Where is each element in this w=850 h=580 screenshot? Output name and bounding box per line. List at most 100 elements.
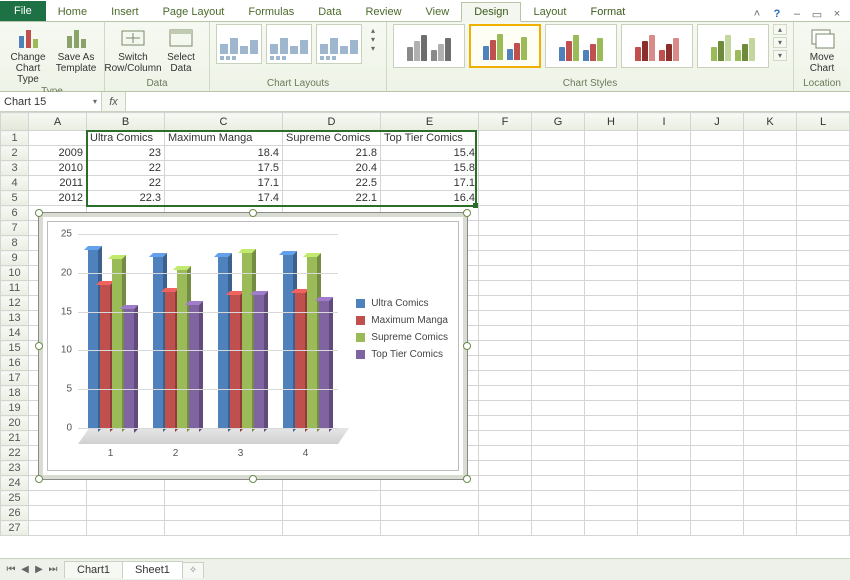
cell[interactable] xyxy=(691,221,744,236)
tab-file[interactable]: File xyxy=(0,1,46,21)
cell[interactable] xyxy=(691,386,744,401)
cell[interactable] xyxy=(532,506,585,521)
cell[interactable] xyxy=(744,506,797,521)
cell[interactable] xyxy=(638,281,691,296)
cell[interactable] xyxy=(797,386,850,401)
cell[interactable] xyxy=(479,281,532,296)
cell[interactable] xyxy=(744,371,797,386)
cell[interactable] xyxy=(381,491,479,506)
cell[interactable] xyxy=(479,326,532,341)
cell[interactable] xyxy=(691,296,744,311)
row-header[interactable]: 26 xyxy=(1,506,29,521)
chart-bar[interactable] xyxy=(124,309,134,429)
cell[interactable]: Top Tier Comics xyxy=(381,131,479,146)
column-header[interactable]: J xyxy=(691,113,744,131)
cell[interactable] xyxy=(638,236,691,251)
name-box-dropdown-icon[interactable]: ▾ xyxy=(93,97,97,106)
cell[interactable] xyxy=(87,491,165,506)
cell[interactable]: Supreme Comics xyxy=(283,131,381,146)
cell[interactable]: 21.8 xyxy=(283,146,381,161)
chart-bar[interactable] xyxy=(307,257,317,428)
cell[interactable] xyxy=(744,446,797,461)
cell[interactable]: 22.5 xyxy=(283,176,381,191)
cell[interactable] xyxy=(638,131,691,146)
cell[interactable] xyxy=(585,281,638,296)
cell[interactable] xyxy=(638,446,691,461)
row-header[interactable]: 7 xyxy=(1,221,29,236)
row-header[interactable]: 16 xyxy=(1,356,29,371)
fx-icon[interactable]: fx xyxy=(102,92,126,111)
chart-bar[interactable] xyxy=(100,285,110,428)
cell[interactable] xyxy=(585,431,638,446)
cell[interactable] xyxy=(532,146,585,161)
cell[interactable] xyxy=(585,176,638,191)
cell[interactable]: 22 xyxy=(87,176,165,191)
cell[interactable]: 17.4 xyxy=(165,191,283,206)
chart-cluster[interactable] xyxy=(149,257,202,428)
cell[interactable] xyxy=(638,221,691,236)
embedded-chart[interactable]: 0510152025 1234 Ultra ComicsMaximum Mang… xyxy=(38,212,468,480)
cell[interactable] xyxy=(532,521,585,536)
cell[interactable] xyxy=(691,326,744,341)
row-header[interactable]: 19 xyxy=(1,401,29,416)
cell[interactable]: 22.1 xyxy=(283,191,381,206)
cell[interactable] xyxy=(585,446,638,461)
cell[interactable] xyxy=(797,491,850,506)
cell[interactable] xyxy=(797,371,850,386)
cell[interactable] xyxy=(691,251,744,266)
gallery-scroll-icon[interactable]: ▴ xyxy=(366,26,380,35)
select-all-corner[interactable] xyxy=(1,113,29,131)
cell[interactable] xyxy=(479,221,532,236)
cell[interactable] xyxy=(797,521,850,536)
cell[interactable] xyxy=(744,401,797,416)
cell[interactable] xyxy=(691,476,744,491)
cell[interactable] xyxy=(744,161,797,176)
sheet-tab-chart1[interactable]: Chart1 xyxy=(64,561,123,578)
cell[interactable] xyxy=(797,161,850,176)
cell[interactable] xyxy=(638,521,691,536)
cell[interactable] xyxy=(638,251,691,266)
column-header[interactable]: H xyxy=(585,113,638,131)
cell[interactable] xyxy=(797,251,850,266)
cell[interactable]: 16.4 xyxy=(381,191,479,206)
cell[interactable]: 2010 xyxy=(29,161,87,176)
formula-input[interactable] xyxy=(126,92,850,111)
cell[interactable]: Ultra Comics xyxy=(87,131,165,146)
chart-bar[interactable] xyxy=(112,259,122,428)
cell[interactable] xyxy=(532,281,585,296)
cell[interactable] xyxy=(638,191,691,206)
cell[interactable] xyxy=(797,131,850,146)
cell[interactable] xyxy=(479,296,532,311)
row-header[interactable]: 13 xyxy=(1,311,29,326)
cell[interactable]: Maximum Manga xyxy=(165,131,283,146)
cell[interactable] xyxy=(744,236,797,251)
row-header[interactable]: 5 xyxy=(1,191,29,206)
chart-style-thumb[interactable] xyxy=(621,24,693,68)
cell[interactable] xyxy=(532,191,585,206)
cell[interactable] xyxy=(744,386,797,401)
cell[interactable] xyxy=(691,266,744,281)
cell[interactable] xyxy=(585,506,638,521)
cell[interactable] xyxy=(479,521,532,536)
chart-bar[interactable] xyxy=(254,295,264,428)
cell[interactable] xyxy=(532,476,585,491)
cell[interactable] xyxy=(691,446,744,461)
cell[interactable]: 22.3 xyxy=(87,191,165,206)
cell[interactable] xyxy=(744,146,797,161)
cell[interactable] xyxy=(797,206,850,221)
sheet-nav-last-icon[interactable]: ⏭ xyxy=(46,564,60,575)
row-header[interactable]: 21 xyxy=(1,431,29,446)
cell[interactable] xyxy=(691,401,744,416)
tab-review[interactable]: Review xyxy=(353,3,413,21)
cell[interactable] xyxy=(479,431,532,446)
new-sheet-button[interactable]: ✧ xyxy=(182,562,204,578)
cell[interactable] xyxy=(479,371,532,386)
cell[interactable] xyxy=(744,356,797,371)
cell[interactable] xyxy=(638,311,691,326)
cell[interactable] xyxy=(638,296,691,311)
cell[interactable] xyxy=(638,386,691,401)
cell[interactable] xyxy=(744,311,797,326)
column-header[interactable]: C xyxy=(165,113,283,131)
window-close-icon[interactable]: × xyxy=(830,7,844,21)
row-header[interactable]: 2 xyxy=(1,146,29,161)
